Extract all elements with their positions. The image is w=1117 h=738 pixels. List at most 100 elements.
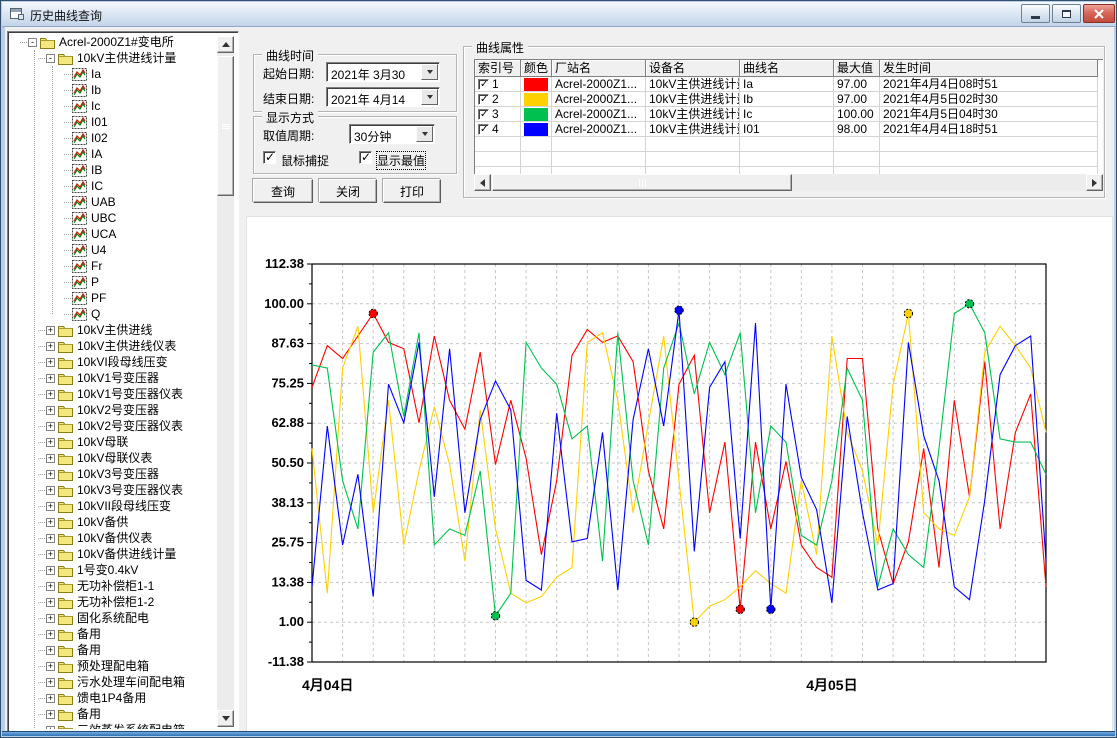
column-header[interactable]: 最大值 <box>834 60 880 77</box>
tree-item[interactable]: +10kV3号变压器仪表 <box>10 482 219 498</box>
collapse-toggle-icon[interactable]: - <box>28 38 37 47</box>
table-row[interactable]: ✓4Acrel-2000Z1...10kV主供进线计量I0198.002021年… <box>475 122 1103 137</box>
column-header[interactable]: 设备名 <box>646 60 740 77</box>
expand-toggle-icon[interactable]: + <box>46 678 55 687</box>
table-row[interactable]: ✓2Acrel-2000Z1...10kV主供进线计量Ib97.002021年4… <box>475 92 1103 107</box>
table-empty-row[interactable] <box>475 167 1103 174</box>
scroll-left-button[interactable] <box>474 174 491 191</box>
expand-toggle-icon[interactable]: + <box>46 710 55 719</box>
tree-item[interactable]: Fr <box>10 258 219 274</box>
collapse-toggle-icon[interactable]: - <box>46 54 55 63</box>
query-button[interactable]: 查询 <box>253 179 313 203</box>
expand-toggle-icon[interactable]: + <box>46 534 55 543</box>
restore-button[interactable] <box>1052 4 1081 23</box>
expand-toggle-icon[interactable]: + <box>46 358 55 367</box>
column-header[interactable]: 颜色 <box>521 60 552 77</box>
expand-toggle-icon[interactable]: + <box>46 342 55 351</box>
history-curve-chart[interactable]: 112.38100.0087.6375.2562.8850.5038.1325.… <box>247 217 1114 733</box>
tree-item[interactable]: +预处理配电箱 <box>10 658 219 674</box>
expand-toggle-icon[interactable]: + <box>46 422 55 431</box>
tree-item[interactable]: Ia <box>10 66 219 82</box>
tree-item[interactable]: +备用 <box>10 706 219 722</box>
table-scrollbar-thumb[interactable] <box>492 174 792 191</box>
expand-toggle-icon[interactable]: + <box>46 486 55 495</box>
end-date-select[interactable]: 2021年 4月14 <box>326 87 440 107</box>
period-select[interactable]: 30分钟 <box>349 124 435 144</box>
expand-toggle-icon[interactable]: + <box>46 726 55 730</box>
print-button[interactable]: 打印 <box>383 179 441 203</box>
start-date-select[interactable]: 2021年 3月30 <box>326 62 440 82</box>
expand-toggle-icon[interactable]: + <box>46 662 55 671</box>
expand-toggle-icon[interactable]: + <box>46 374 55 383</box>
expand-toggle-icon[interactable]: + <box>46 598 55 607</box>
tree-item[interactable]: +10kV1号变压器仪表 <box>10 386 219 402</box>
tree-item[interactable]: U4 <box>10 242 219 258</box>
expand-toggle-icon[interactable]: + <box>46 614 55 623</box>
tree-item[interactable]: PF <box>10 290 219 306</box>
tree-item[interactable]: IC <box>10 178 219 194</box>
column-header[interactable]: 发生时间 <box>880 60 1098 77</box>
tree-item[interactable]: +10kV2号变压器仪表 <box>10 418 219 434</box>
expand-toggle-icon[interactable]: + <box>46 470 55 479</box>
column-header[interactable]: 索引号 <box>475 60 521 77</box>
tree-item[interactable]: Q <box>10 306 219 322</box>
expand-toggle-icon[interactable]: + <box>46 502 55 511</box>
expand-toggle-icon[interactable]: + <box>46 582 55 591</box>
tree-item[interactable]: +10kV母联仪表 <box>10 450 219 466</box>
tree-item[interactable]: +10kV母联 <box>10 434 219 450</box>
show-extremes-checkbox[interactable]: ✓ <box>359 151 372 164</box>
row-checkbox[interactable]: ✓ <box>478 94 489 105</box>
table-row[interactable]: ✓1Acrel-2000Z1...10kV主供进线计量Ia97.002021年4… <box>475 77 1103 92</box>
tree-item[interactable]: +污水处理车间配电箱 <box>10 674 219 690</box>
mouse-capture-checkbox[interactable]: ✓ <box>263 151 276 164</box>
expand-toggle-icon[interactable]: + <box>46 566 55 575</box>
tree-item[interactable]: UAB <box>10 194 219 210</box>
table-horizontal-scrollbar[interactable] <box>474 174 1103 191</box>
tree-item[interactable]: +无功补偿柜1-2 <box>10 594 219 610</box>
expand-toggle-icon[interactable]: + <box>46 454 55 463</box>
close-button[interactable] <box>1083 4 1115 23</box>
tree-item[interactable]: +馈电1P4备用 <box>10 690 219 706</box>
tree-item[interactable]: +10kV备供进线计量 <box>10 546 219 562</box>
tree-item[interactable]: +10kV2号变压器 <box>10 402 219 418</box>
expand-toggle-icon[interactable]: + <box>46 630 55 639</box>
tree-item[interactable]: +备用 <box>10 626 219 642</box>
expand-toggle-icon[interactable]: + <box>46 694 55 703</box>
chevron-down-icon[interactable] <box>416 126 433 142</box>
tree-item[interactable]: +三效蒸发系统配电箱 <box>10 722 219 729</box>
tree-item[interactable]: +10kV主供进线仪表 <box>10 338 219 354</box>
expand-toggle-icon[interactable]: + <box>46 406 55 415</box>
tree-item[interactable]: IA <box>10 146 219 162</box>
tree-item[interactable]: Ic <box>10 98 219 114</box>
tree-item[interactable]: +10kVI段母线压变 <box>10 354 219 370</box>
tree-item[interactable]: -Acrel-2000Z1#变电所 <box>10 34 219 50</box>
column-header[interactable]: 厂站名 <box>552 60 646 77</box>
table-empty-row[interactable] <box>475 137 1103 152</box>
chevron-down-icon[interactable] <box>421 64 438 80</box>
tree-item[interactable]: +10kV主供进线 <box>10 322 219 338</box>
expand-toggle-icon[interactable]: + <box>46 518 55 527</box>
expand-toggle-icon[interactable]: + <box>46 326 55 335</box>
expand-toggle-icon[interactable]: + <box>46 550 55 559</box>
tree-item[interactable]: IB <box>10 162 219 178</box>
table-empty-row[interactable] <box>475 152 1103 167</box>
tree-item[interactable]: UCA <box>10 226 219 242</box>
tree-item[interactable]: +备用 <box>10 642 219 658</box>
tree-item[interactable]: +固化系统配电 <box>10 610 219 626</box>
tree-item[interactable]: I01 <box>10 114 219 130</box>
expand-toggle-icon[interactable]: + <box>46 438 55 447</box>
tree-item[interactable]: +10kV3号变压器 <box>10 466 219 482</box>
tree-item[interactable]: UBC <box>10 210 219 226</box>
tree-item[interactable]: P <box>10 274 219 290</box>
expand-toggle-icon[interactable]: + <box>46 646 55 655</box>
tree-item[interactable]: +1号变0.4kV <box>10 562 219 578</box>
tree-item[interactable]: -10kV主供进线计量 <box>10 50 219 66</box>
tree-item[interactable]: Ib <box>10 82 219 98</box>
tree-scrollbar-thumb[interactable] <box>217 56 234 196</box>
close-dialog-button[interactable]: 关闭 <box>319 179 377 203</box>
table-row[interactable]: ✓3Acrel-2000Z1...10kV主供进线计量Ic100.002021年… <box>475 107 1103 122</box>
minimize-button[interactable] <box>1021 4 1050 23</box>
expand-toggle-icon[interactable]: + <box>46 390 55 399</box>
tree-item[interactable]: I02 <box>10 130 219 146</box>
row-checkbox[interactable]: ✓ <box>478 109 489 120</box>
